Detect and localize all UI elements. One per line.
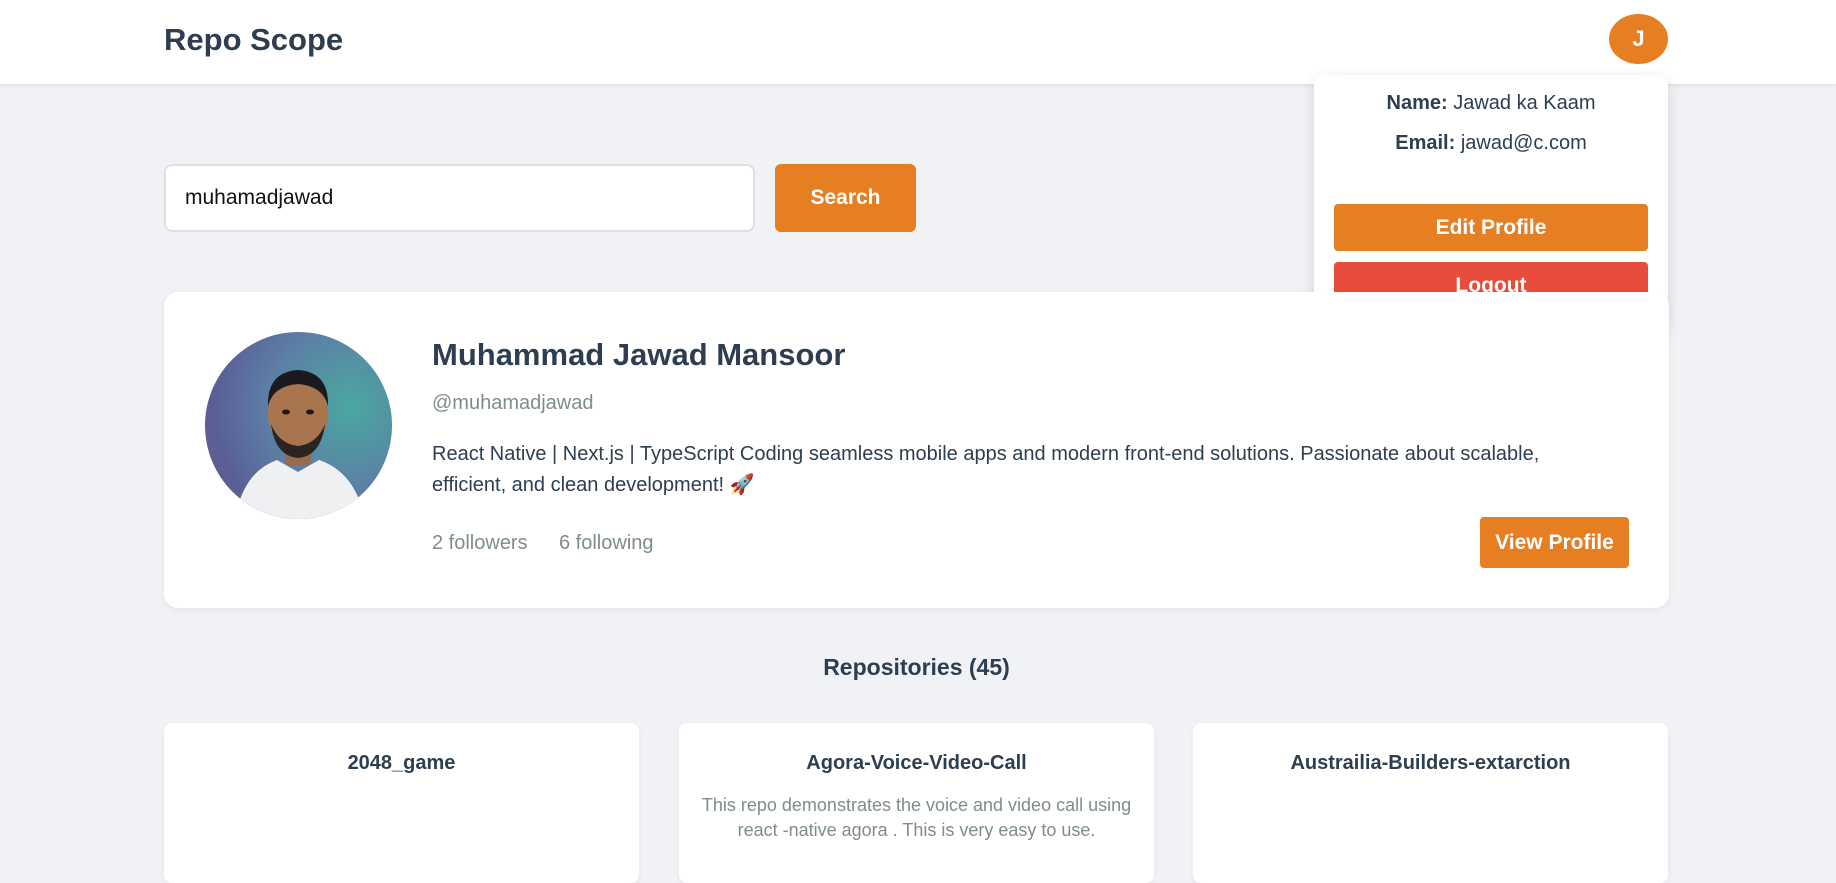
repo-card[interactable]: 2048_game [164, 723, 639, 883]
user-email-value: jawad@c.com [1460, 132, 1587, 154]
repositories-heading: Repositories (45) [823, 654, 1010, 680]
app-brand[interactable]: Repo Scope [164, 22, 343, 58]
profile-card: Muhammad Jawad Mansoor @muhamadjawad Rea… [164, 292, 1669, 608]
search-button[interactable]: Search [775, 164, 916, 232]
profile-avatar-photo [205, 332, 392, 519]
user-name-row: Name: Jawad ka Kaam [1314, 92, 1668, 115]
view-profile-button[interactable]: View Profile [1480, 517, 1629, 568]
profile-name: Muhammad Jawad Mansoor [432, 337, 846, 372]
top-navbar: Repo Scope J [0, 0, 1836, 84]
repo-card[interactable]: Austrailia-Builders-extarction [1193, 723, 1668, 883]
user-email-row: Email: jawad@c.com [1314, 132, 1668, 155]
repo-name[interactable]: Agora-Voice-Video-Call [679, 752, 1154, 775]
following-count: 6 following [559, 532, 654, 554]
email-label: Email: [1395, 132, 1456, 154]
repo-name[interactable]: Austrailia-Builders-extarction [1193, 752, 1668, 775]
followers-count: 2 followers [432, 532, 528, 554]
person-portrait-icon [235, 370, 365, 519]
repo-name[interactable]: 2048_game [164, 752, 639, 775]
user-menu-dropdown: Name: Jawad ka Kaam Email: jawad@c.com E… [1314, 75, 1668, 329]
profile-bio: React Native | Next.js | TypeScript Codi… [432, 443, 1540, 496]
profile-username: @muhamadjawad [432, 392, 594, 414]
edit-profile-button[interactable]: Edit Profile [1334, 204, 1648, 251]
user-name-value: Jawad ka Kaam [1453, 92, 1596, 114]
user-avatar-button[interactable]: J [1609, 14, 1668, 64]
repo-description: This repo demonstrates the voice and vid… [701, 795, 1132, 840]
name-label: Name: [1386, 92, 1448, 114]
search-input[interactable] [164, 164, 755, 232]
repo-card[interactable]: Agora-Voice-Video-Call This repo demonst… [679, 723, 1154, 883]
